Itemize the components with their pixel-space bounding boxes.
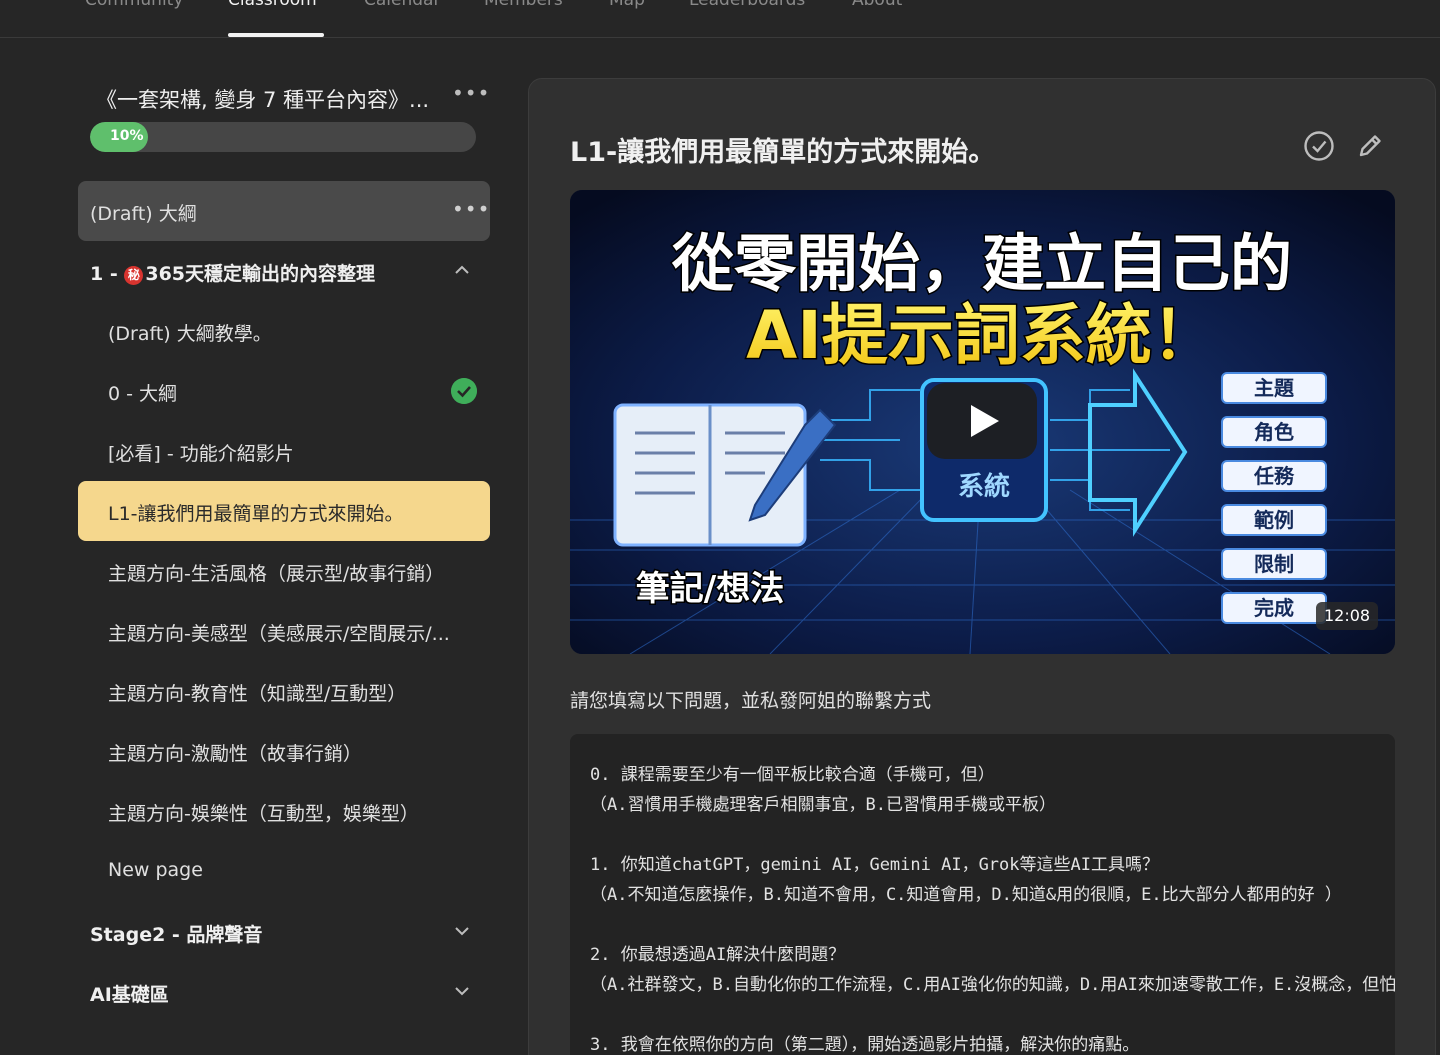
sidebar-item-label: 主題方向-教育性（知識型/互動型）: [108, 683, 407, 705]
video-player[interactable]: 系統 從零開始，建立自己的 AI提示詞系統！ 筆記/想法 主題 角色 任務 範例…: [570, 190, 1395, 654]
course-more-button[interactable]: •••: [452, 81, 490, 105]
chip-label: 系統: [958, 471, 1010, 502]
step-1: 主題: [1254, 376, 1295, 400]
sidebar-item-label: 主題方向-生活風格（展示型/故事行銷）: [108, 563, 445, 585]
sidebar-item-l1[interactable]: L1-讓我們用最簡單的方式來開始。: [78, 481, 490, 541]
tab-calendar[interactable]: Calendar: [364, 0, 440, 10]
step-5: 限制: [1254, 552, 1294, 576]
lesson-intro-text: 請您填寫以下問題，並私發阿姐的聯繫方式: [570, 690, 932, 712]
ellipsis-icon: •••: [452, 81, 491, 105]
section-number: 1 -: [90, 263, 125, 285]
step-2: 角色: [1254, 420, 1294, 444]
chevron-up-icon[interactable]: [455, 263, 469, 277]
secret-badge-icon: 秘: [124, 266, 144, 285]
tab-map[interactable]: Map: [609, 0, 645, 10]
step-3: 任務: [1253, 464, 1295, 488]
top-nav: Community Classroom Calendar Members Map…: [0, 0, 1440, 38]
sidebar-item-label: L1-讓我們用最簡單的方式來開始。: [108, 503, 404, 525]
sidebar-item-entertainment[interactable]: 主題方向-娛樂性（互動型，娛樂型）: [78, 781, 490, 841]
question-line: 0. 課程需要至少有一個平板比較合適（手機可，但）: [590, 765, 995, 785]
step-6: 完成: [1254, 596, 1294, 620]
chevron-down-icon[interactable]: [455, 924, 469, 938]
check-circle-outline-icon[interactable]: [1302, 129, 1336, 163]
active-tab-indicator: [228, 33, 324, 37]
thumbnail-headline-2: AI提示詞系統！: [746, 297, 1218, 374]
play-icon: [971, 405, 999, 437]
tab-about[interactable]: About: [852, 0, 902, 10]
sidebar-item-outline[interactable]: 0 - 大綱: [78, 361, 490, 421]
question-line: （A.習慣用手機處理客戶相關事宜，B.已習慣用手機或平板）: [590, 795, 1056, 815]
sidebar-item-label: [必看] - 功能介紹影片: [108, 443, 294, 465]
tab-community[interactable]: Community: [85, 0, 183, 10]
question-line: （A.社群發文，B.自動化你的工作流程，C.用AI強化你的知識，D.用AI來加速…: [590, 975, 1395, 995]
sidebar-item-new-page[interactable]: New page: [78, 841, 490, 901]
ellipsis-icon[interactable]: •••: [452, 197, 490, 221]
thumbnail-headline-1: 從零開始，建立自己的: [671, 227, 1292, 300]
lesson-title: L1-讓我們用最簡單的方式來開始。: [570, 137, 996, 168]
tab-members[interactable]: Members: [484, 0, 563, 10]
sidebar-item-draft-outline-lesson[interactable]: (Draft) 大綱教學。: [78, 301, 490, 361]
check-circle-icon: [451, 378, 477, 404]
sidebar-item-label: (Draft) 大綱: [90, 203, 197, 225]
chevron-down-icon[interactable]: [455, 984, 469, 998]
sidebar-item-label: 主題方向-美感型（美感展示/空間展示/...: [108, 623, 450, 645]
sidebar-item-intro-video[interactable]: [必看] - 功能介紹影片: [78, 421, 490, 481]
sidebar-section-ai-basics[interactable]: AI基礎區: [78, 962, 490, 1022]
lesson-panel: L1-讓我們用最簡單的方式來開始。 系統 從零開始，建立自己的 AI提示詞系統！…: [528, 78, 1436, 1055]
section-title: 365天穩定輸出的內容整理: [145, 263, 376, 285]
questions-code-block: 0. 課程需要至少有一個平板比較合適（手機可，但） （A.習慣用手機處理客戶相關…: [570, 734, 1395, 1055]
course-title: 《一套架構, 變身 7 種平台內容》...: [96, 88, 430, 112]
sidebar-item-label: 1 - 秘 365天穩定輸出的內容整理: [90, 259, 375, 286]
question-line: 3. 我會在依照你的方向（第二題），開始透過影片拍攝，解決你的痛點。: [590, 1035, 1140, 1055]
sidebar-item-label: AI基礎區: [90, 984, 169, 1006]
sidebar-item-label: New page: [108, 859, 203, 881]
tab-classroom[interactable]: Classroom: [228, 0, 317, 10]
step-4: 範例: [1254, 508, 1294, 532]
sidebar-item-lifestyle[interactable]: 主題方向-生活風格（展示型/故事行銷）: [78, 541, 490, 601]
question-line: 1. 你知道chatGPT，gemini AI，Gemini AI，Grok等這…: [590, 855, 1159, 875]
progress-percent: 10%: [110, 128, 144, 144]
question-line: 2. 你最想透過AI解決什麼問題？: [590, 945, 846, 965]
tab-leaderboards[interactable]: Leaderboards: [689, 0, 805, 10]
course-progress-bar: 10%: [90, 122, 476, 152]
sidebar-item-label: 主題方向-激勵性（故事行銷）: [108, 743, 362, 765]
sidebar-item-aesthetic[interactable]: 主題方向-美感型（美感展示/空間展示/...: [78, 601, 490, 661]
video-duration: 12:08: [1316, 602, 1379, 630]
question-line: （A.不知道怎麼操作，B.知道不會用，C.知道會用，D.知道&用的很順，E.比大…: [590, 885, 1342, 905]
sidebar-item-label: (Draft) 大綱教學。: [108, 323, 272, 345]
sidebar-item-label: 主題方向-娛樂性（互動型，娛樂型）: [108, 803, 419, 825]
sidebar-item-draft-outline[interactable]: (Draft) 大綱 •••: [78, 181, 490, 241]
sidebar-item-label: Stage2 - 品牌聲音: [90, 924, 263, 946]
sidebar-item-label: 0 - 大綱: [108, 383, 178, 405]
sidebar-item-inspirational[interactable]: 主題方向-激勵性（故事行銷）: [78, 721, 490, 781]
sidebar-section-stage2[interactable]: Stage2 - 品牌聲音: [78, 902, 490, 962]
edit-pencil-icon[interactable]: [1353, 129, 1387, 163]
play-button[interactable]: [927, 383, 1037, 459]
sidebar-item-educational[interactable]: 主題方向-教育性（知識型/互動型）: [78, 661, 490, 721]
sidebar-section-365[interactable]: 1 - 秘 365天穩定輸出的內容整理: [78, 241, 490, 301]
thumbnail-caption: 筆記/想法: [636, 569, 784, 609]
